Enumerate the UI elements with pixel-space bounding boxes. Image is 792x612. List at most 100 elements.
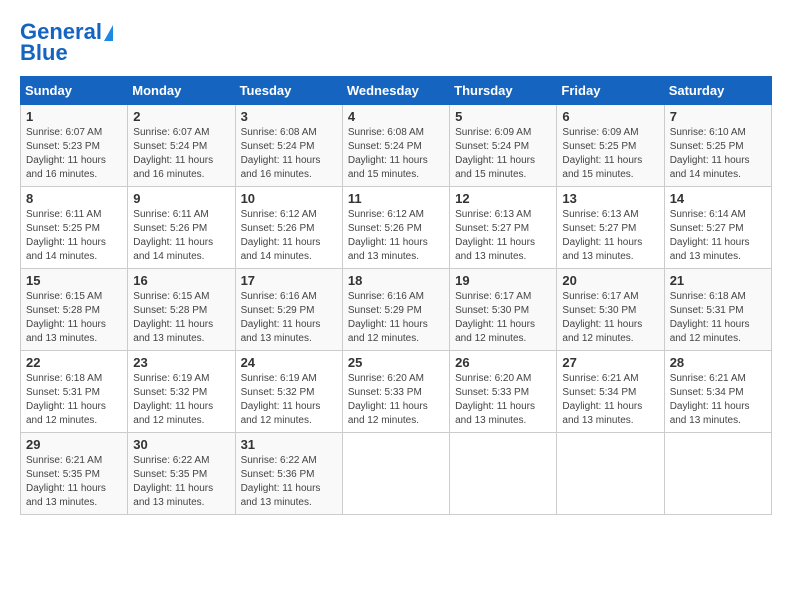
calendar-cell	[342, 433, 449, 515]
day-number: 29	[26, 437, 122, 452]
calendar-cell: 27Sunrise: 6:21 AMSunset: 5:34 PMDayligh…	[557, 351, 664, 433]
calendar-cell	[450, 433, 557, 515]
calendar-cell: 8 Sunrise: 6:11 AMSunset: 5:25 PMDaylight…	[21, 187, 128, 269]
calendar-cell: 22 Sunrise: 6:18 AMSunset: 5:31 PMDayligh…	[21, 351, 128, 433]
day-number: 8	[26, 191, 122, 206]
calendar-week-1: 1 Sunrise: 6:07 AMSunset: 5:23 PMDaylight…	[21, 105, 772, 187]
day-info: Sunrise: 6:13 AMSunset: 5:27 PMDaylight:…	[562, 208, 658, 264]
day-number: 9	[133, 191, 229, 206]
day-number: 24	[241, 355, 337, 370]
day-info: Sunrise: 6:17 AMSunset: 5:30 PMDaylight:…	[455, 290, 551, 346]
calendar-cell: 26 Sunrise: 6:20 AMSunset: 5:33 PMDayligh…	[450, 351, 557, 433]
calendar-cell: 15Sunrise: 6:15 AMSunset: 5:28 PMDayligh…	[21, 269, 128, 351]
calendar-cell: 21Sunrise: 6:18 AMSunset: 5:31 PMDayligh…	[664, 269, 771, 351]
calendar-table: SundayMondayTuesdayWednesdayThursdayFrid…	[20, 76, 772, 515]
calendar-cell: 13 Sunrise: 6:13 AMSunset: 5:27 PMDayligh…	[557, 187, 664, 269]
day-number: 2	[133, 109, 229, 124]
day-number: 10	[241, 191, 337, 206]
day-number: 23	[133, 355, 229, 370]
day-number: 5	[455, 109, 551, 124]
day-info: Sunrise: 6:21 AMSunset: 5:35 PMDaylight:…	[26, 454, 122, 510]
calendar-cell: 23Sunrise: 6:19 AMSunset: 5:32 PMDayligh…	[128, 351, 235, 433]
calendar-cell: 14 Sunrise: 6:14 AMSunset: 5:27 PMDayligh…	[664, 187, 771, 269]
day-number: 15	[26, 273, 122, 288]
calendar-week-3: 15 Sunrise: 6:15 AMSunset: 5:28 PMDayligh…	[21, 269, 772, 351]
calendar-cell: 31 Sunrise: 6:22 AMSunset: 5:36 PMDayligh…	[235, 433, 342, 515]
calendar-cell: 7Sunrise: 6:10 AMSunset: 5:25 PMDaylight…	[664, 105, 771, 187]
day-info: Sunrise: 6:08 AMSunset: 5:24 PMDaylight:…	[241, 126, 337, 182]
calendar-week-4: 22 Sunrise: 6:18 AMSunset: 5:31 PMDayligh…	[21, 351, 772, 433]
calendar-cell: 16 Sunrise: 6:15 AMSunset: 5:28 PMDayligh…	[128, 269, 235, 351]
day-number: 1	[26, 109, 122, 124]
column-header-friday: Friday	[557, 77, 664, 105]
day-info: Sunrise: 6:07 AMSunset: 5:23 PMDaylight:…	[26, 126, 122, 182]
day-info: Sunrise: 6:12 AMSunset: 5:26 PMDaylight:…	[348, 208, 444, 264]
calendar-cell: 17Sunrise: 6:16 AMSunset: 5:29 PMDayligh…	[235, 269, 342, 351]
logo-blue: Blue	[20, 40, 68, 66]
calendar-week-5: 29 Sunrise: 6:21 AMSunset: 5:35 PMDayligh…	[21, 433, 772, 515]
calendar-cell: 1 Sunrise: 6:07 AMSunset: 5:23 PMDaylight…	[21, 105, 128, 187]
calendar-cell: 24 Sunrise: 6:19 AMSunset: 5:32 PMDayligh…	[235, 351, 342, 433]
day-number: 31	[241, 437, 337, 452]
calendar-cell: 10 Sunrise: 6:12 AMSunset: 5:26 PMDayligh…	[235, 187, 342, 269]
calendar-cell: 2Sunrise: 6:07 AMSunset: 5:24 PMDaylight…	[128, 105, 235, 187]
day-number: 4	[348, 109, 444, 124]
day-number: 30	[133, 437, 229, 452]
day-info: Sunrise: 6:11 AMSunset: 5:26 PMDaylight:…	[133, 208, 229, 264]
day-info: Sunrise: 6:15 AMSunset: 5:28 PMDaylight:…	[133, 290, 229, 346]
day-number: 28	[670, 355, 766, 370]
day-number: 12	[455, 191, 551, 206]
calendar-cell: 19 Sunrise: 6:17 AMSunset: 5:30 PMDayligh…	[450, 269, 557, 351]
calendar-cell: 18 Sunrise: 6:16 AMSunset: 5:29 PMDayligh…	[342, 269, 449, 351]
calendar-cell: 25 Sunrise: 6:20 AMSunset: 5:33 PMDayligh…	[342, 351, 449, 433]
day-info: Sunrise: 6:12 AMSunset: 5:26 PMDaylight:…	[241, 208, 337, 264]
column-header-sunday: Sunday	[21, 77, 128, 105]
day-info: Sunrise: 6:22 AMSunset: 5:35 PMDaylight:…	[133, 454, 229, 510]
day-info: Sunrise: 6:11 AMSunset: 5:25 PMDaylight:…	[26, 208, 122, 264]
day-number: 17	[241, 273, 337, 288]
day-info: Sunrise: 6:20 AMSunset: 5:33 PMDaylight:…	[348, 372, 444, 428]
column-header-saturday: Saturday	[664, 77, 771, 105]
calendar-cell: 5 Sunrise: 6:09 AMSunset: 5:24 PMDaylight…	[450, 105, 557, 187]
column-header-tuesday: Tuesday	[235, 77, 342, 105]
day-number: 3	[241, 109, 337, 124]
day-number: 26	[455, 355, 551, 370]
day-number: 20	[562, 273, 658, 288]
day-info: Sunrise: 6:09 AMSunset: 5:24 PMDaylight:…	[455, 126, 551, 182]
day-number: 19	[455, 273, 551, 288]
calendar-cell: 30 Sunrise: 6:22 AMSunset: 5:35 PMDayligh…	[128, 433, 235, 515]
day-info: Sunrise: 6:16 AMSunset: 5:29 PMDaylight:…	[348, 290, 444, 346]
day-number: 22	[26, 355, 122, 370]
day-info: Sunrise: 6:22 AMSunset: 5:36 PMDaylight:…	[241, 454, 337, 510]
calendar-cell: 29 Sunrise: 6:21 AMSunset: 5:35 PMDayligh…	[21, 433, 128, 515]
day-info: Sunrise: 6:20 AMSunset: 5:33 PMDaylight:…	[455, 372, 551, 428]
day-number: 14	[670, 191, 766, 206]
calendar-cell: 6 Sunrise: 6:09 AMSunset: 5:25 PMDaylight…	[557, 105, 664, 187]
column-header-wednesday: Wednesday	[342, 77, 449, 105]
calendar-cell	[664, 433, 771, 515]
column-header-thursday: Thursday	[450, 77, 557, 105]
day-number: 16	[133, 273, 229, 288]
day-info: Sunrise: 6:09 AMSunset: 5:25 PMDaylight:…	[562, 126, 658, 182]
day-number: 6	[562, 109, 658, 124]
day-info: Sunrise: 6:18 AMSunset: 5:31 PMDaylight:…	[26, 372, 122, 428]
page-header: General Blue	[20, 20, 772, 66]
day-info: Sunrise: 6:14 AMSunset: 5:27 PMDaylight:…	[670, 208, 766, 264]
logo: General Blue	[20, 20, 113, 66]
day-number: 18	[348, 273, 444, 288]
calendar-week-2: 8 Sunrise: 6:11 AMSunset: 5:25 PMDaylight…	[21, 187, 772, 269]
calendar-cell: 3 Sunrise: 6:08 AMSunset: 5:24 PMDaylight…	[235, 105, 342, 187]
day-info: Sunrise: 6:10 AMSunset: 5:25 PMDaylight:…	[670, 126, 766, 182]
column-header-monday: Monday	[128, 77, 235, 105]
day-number: 27	[562, 355, 658, 370]
day-info: Sunrise: 6:18 AMSunset: 5:31 PMDaylight:…	[670, 290, 766, 346]
calendar-cell: 12Sunrise: 6:13 AMSunset: 5:27 PMDayligh…	[450, 187, 557, 269]
calendar-cell: 20Sunrise: 6:17 AMSunset: 5:30 PMDayligh…	[557, 269, 664, 351]
day-info: Sunrise: 6:21 AMSunset: 5:34 PMDaylight:…	[670, 372, 766, 428]
calendar-cell: 28 Sunrise: 6:21 AMSunset: 5:34 PMDayligh…	[664, 351, 771, 433]
calendar-cell: 11Sunrise: 6:12 AMSunset: 5:26 PMDayligh…	[342, 187, 449, 269]
day-info: Sunrise: 6:19 AMSunset: 5:32 PMDaylight:…	[241, 372, 337, 428]
calendar-cell: 9 Sunrise: 6:11 AMSunset: 5:26 PMDaylight…	[128, 187, 235, 269]
day-number: 13	[562, 191, 658, 206]
day-number: 25	[348, 355, 444, 370]
